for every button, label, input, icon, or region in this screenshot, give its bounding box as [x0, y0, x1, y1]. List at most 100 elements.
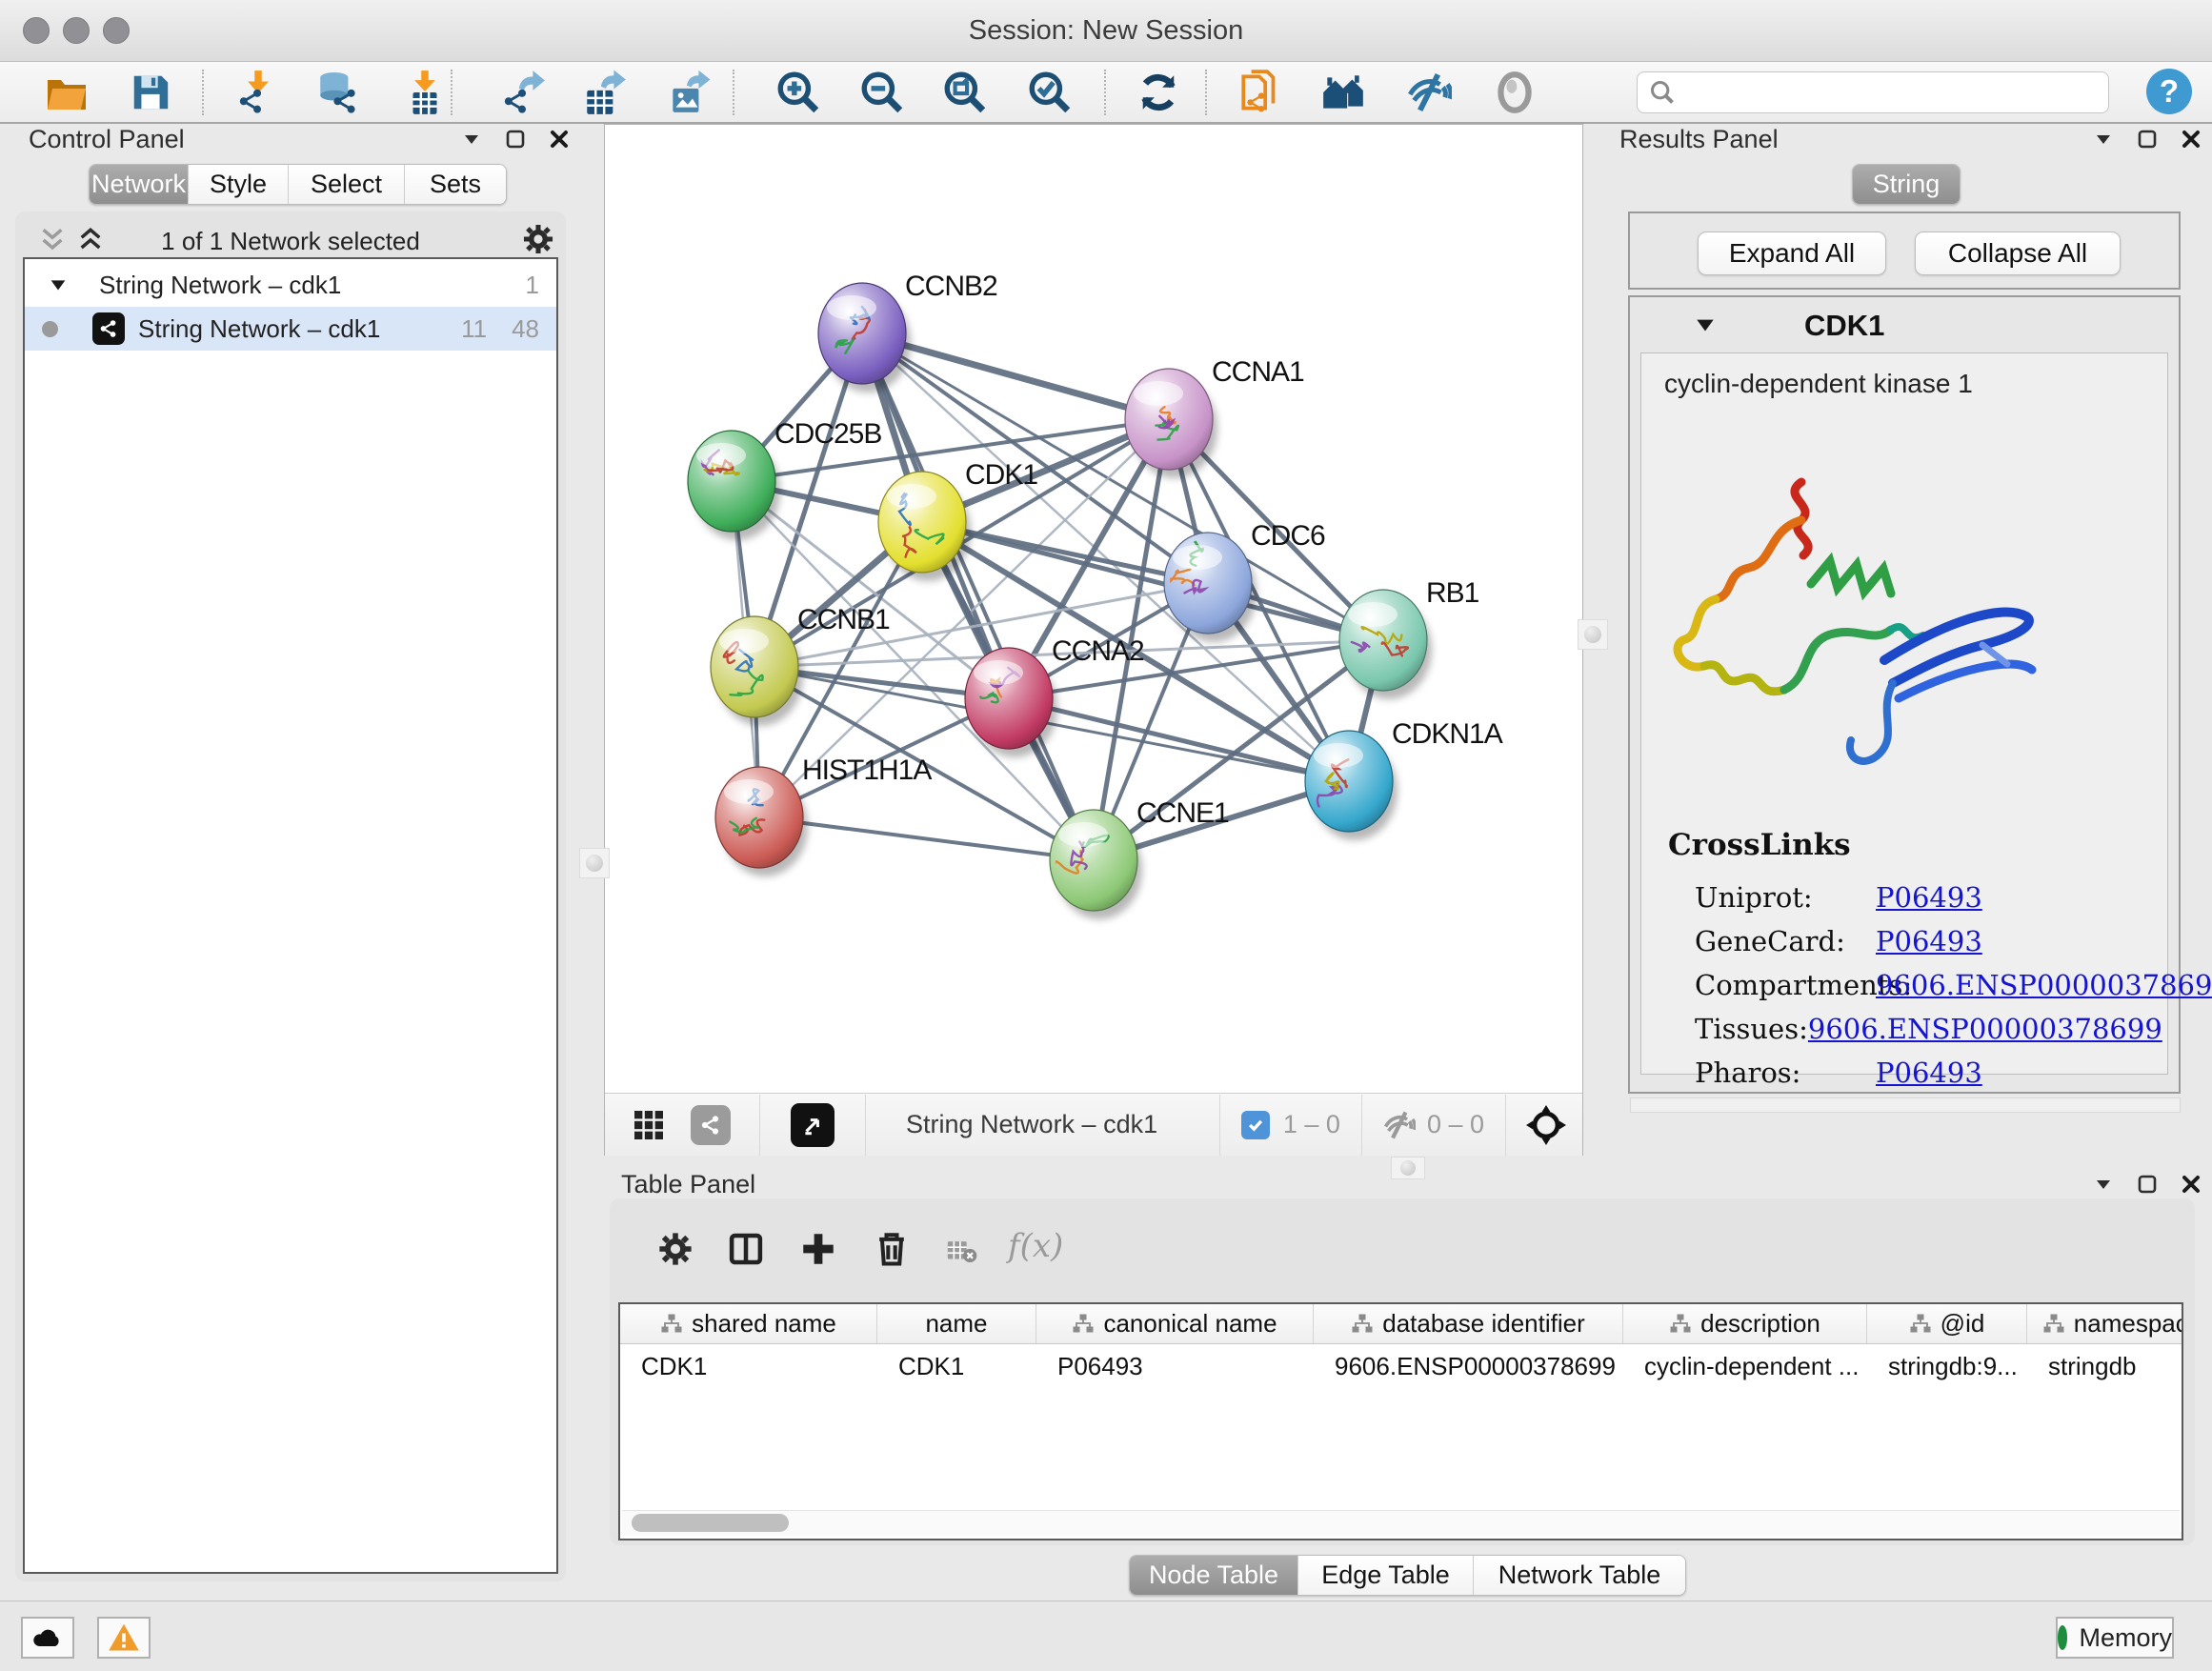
add-column-icon[interactable]	[798, 1229, 838, 1269]
expand-all-button[interactable]: Expand All	[1698, 232, 1886, 275]
network-node-ccna2[interactable]: CCNA2	[965, 635, 1144, 757]
function-builder-icon: f(x)	[1008, 1227, 1063, 1265]
cloud-status-button[interactable]	[21, 1617, 74, 1659]
network-node-ccne1[interactable]: CCNE1	[1050, 797, 1229, 919]
crosslink-link[interactable]: 9606.ENSP00000378699	[1876, 969, 2212, 1001]
export-table-button[interactable]	[578, 68, 632, 117]
network-node-ccna1[interactable]: CCNA1	[1125, 356, 1304, 478]
crosslink-link[interactable]: P06493	[1876, 1057, 1982, 1089]
network-node-cdc6[interactable]: CDC6	[1164, 520, 1325, 642]
column-header--id[interactable]: @id	[1867, 1304, 2027, 1343]
delete-column-icon[interactable]	[871, 1227, 913, 1269]
grid-view-icon[interactable]	[630, 1106, 668, 1144]
close-panel-icon[interactable]	[548, 128, 571, 151]
main-toolbar: ?	[0, 62, 2212, 124]
bottom-splitter-handle[interactable]	[1391, 1157, 1425, 1179]
search-input[interactable]	[1676, 77, 2089, 109]
string-document-button[interactable]	[1235, 68, 1288, 117]
table-cell[interactable]: cyclin-dependent ...	[1623, 1344, 1867, 1388]
zoom-out-button[interactable]	[855, 68, 909, 117]
column-header-canonical-name[interactable]: canonical name	[1036, 1304, 1314, 1343]
column-header-namespace[interactable]: namespace	[2027, 1304, 2183, 1343]
tab-network-table[interactable]: Network Table	[1474, 1556, 1685, 1595]
tab-style[interactable]: Style	[189, 165, 289, 204]
string-home-button[interactable]	[1317, 68, 1370, 117]
network-canvas[interactable]: CCNB2CCNA1CDC25BCDK1CDC6RB1CCNB1CCNA2CDK…	[605, 125, 1582, 1093]
network-node-label: CCNA2	[1052, 635, 1144, 667]
open-session-button[interactable]	[40, 68, 93, 117]
crosslink-row: Tissues:9606.ENSP00000378699	[1695, 1007, 2152, 1051]
network-node-cdk1[interactable]: CDK1	[878, 459, 1037, 581]
detach-view-icon[interactable]	[791, 1103, 835, 1147]
tab-select[interactable]: Select	[289, 165, 405, 204]
node-column-icon	[2042, 1313, 2065, 1336]
table-cell[interactable]: CDK1	[877, 1344, 1036, 1388]
tab-network[interactable]: Network	[90, 165, 189, 204]
results-hscrollbar[interactable]	[1630, 1097, 2181, 1113]
entry-expander-icon[interactable]	[1693, 312, 1718, 337]
table-hscrollbar[interactable]	[622, 1510, 2180, 1536]
table-cell[interactable]: 9606.ENSP00000378699	[1314, 1344, 1623, 1388]
search-field[interactable]	[1637, 71, 2109, 113]
network-node-rb1[interactable]: RB1	[1339, 577, 1479, 699]
tab-edge-table[interactable]: Edge Table	[1298, 1556, 1474, 1595]
export-network-button[interactable]	[496, 68, 550, 117]
export-image-button[interactable]	[662, 68, 715, 117]
tab-string[interactable]: String	[1853, 165, 1960, 204]
tab-node-table[interactable]: Node Table	[1130, 1556, 1298, 1595]
float-panel-icon[interactable]	[504, 128, 527, 151]
fit-content-crosshair-icon[interactable]	[1523, 1102, 1569, 1148]
import-table-button[interactable]	[398, 68, 452, 117]
network-node-hist1h1a[interactable]: HIST1H1A	[715, 755, 932, 876]
network-node-ccnb1[interactable]: CCNB1	[711, 604, 890, 726]
selected-checkbox-icon[interactable]	[1241, 1111, 1270, 1139]
hscrollbar-thumb[interactable]	[632, 1514, 789, 1532]
float-panel-icon[interactable]	[2136, 128, 2159, 151]
table-cell[interactable]: stringdb:9...	[1867, 1344, 2027, 1388]
network-node-cdkn1a[interactable]: CDKN1A	[1305, 718, 1503, 840]
table-cell[interactable]: stringdb	[2027, 1344, 2183, 1388]
collapse-all-button[interactable]: Collapse All	[1915, 232, 2121, 275]
float-panel-icon[interactable]	[2136, 1173, 2159, 1196]
column-header-description[interactable]: description	[1623, 1304, 1867, 1343]
save-session-button[interactable]	[124, 68, 177, 117]
show-columns-icon[interactable]	[726, 1229, 766, 1269]
network-edge[interactable]	[759, 817, 1094, 860]
crosslink-link[interactable]: P06493	[1876, 925, 1982, 957]
collapse-panel-icon[interactable]	[2092, 128, 2115, 151]
birdseye-view-button[interactable]	[1488, 68, 1541, 117]
tree-expander-icon[interactable]	[48, 274, 69, 295]
zoom-fit-button[interactable]	[938, 68, 992, 117]
string-view-icon[interactable]	[691, 1105, 731, 1145]
column-header-database-identifier[interactable]: database identifier	[1314, 1304, 1623, 1343]
close-panel-icon[interactable]	[2180, 128, 2202, 151]
right-splitter-handle[interactable]	[1578, 619, 1608, 650]
table-cell[interactable]: P06493	[1036, 1344, 1314, 1388]
tab-sets[interactable]: Sets	[405, 165, 506, 204]
memory-button[interactable]: Memory	[2056, 1617, 2174, 1659]
left-splitter-handle[interactable]	[579, 848, 610, 878]
import-network-button[interactable]	[231, 68, 285, 117]
help-button[interactable]: ?	[2146, 69, 2192, 114]
crosslink-link[interactable]: 9606.ENSP00000378699	[1808, 1013, 2162, 1045]
warnings-button[interactable]	[97, 1617, 151, 1659]
table-options-gear-icon[interactable]	[655, 1229, 695, 1269]
collapse-panel-icon[interactable]	[460, 128, 483, 151]
close-panel-icon[interactable]	[2180, 1173, 2202, 1196]
zoom-in-button[interactable]	[772, 68, 825, 117]
column-header-name[interactable]: name	[877, 1304, 1036, 1343]
collapse-panel-icon[interactable]	[2092, 1173, 2115, 1196]
table-cell[interactable]: CDK1	[620, 1344, 877, 1388]
hide-unhide-button[interactable]	[1401, 68, 1455, 117]
table-row[interactable]: CDK1CDK1P064939606.ENSP00000378699cyclin…	[620, 1344, 2182, 1388]
crosslink-link[interactable]: P06493	[1876, 881, 1982, 914]
network-tree-root-row[interactable]: String Network – cdk1 1	[25, 259, 556, 307]
network-options-gear-icon[interactable]	[520, 221, 556, 257]
network-node-label: CDKN1A	[1392, 718, 1503, 750]
refresh-button[interactable]	[1132, 68, 1185, 117]
import-database-button[interactable]	[312, 68, 365, 117]
network-tree-selected-row[interactable]: String Network – cdk1 11 48	[25, 307, 556, 351]
network-label: String Network – cdk1	[138, 314, 380, 344]
column-header-shared-name[interactable]: shared name	[620, 1304, 877, 1343]
zoom-selected-button[interactable]	[1023, 68, 1076, 117]
